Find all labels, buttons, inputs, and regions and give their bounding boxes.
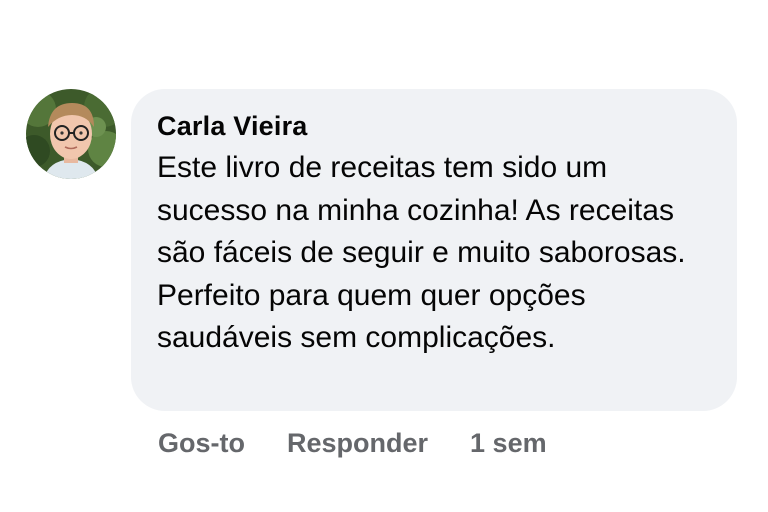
comment-text: Este livro de receitas tem sido um suces… — [157, 151, 686, 354]
comment-author[interactable]: Carla Vieira — [157, 109, 713, 143]
comment-timestamp[interactable]: 1 sem — [470, 424, 547, 462]
like-button[interactable]: Gos-to — [158, 424, 245, 462]
comment-bubble: Carla Vieira Este livro de receitas tem … — [131, 89, 737, 411]
comment-actions: Gos-to Responder 1 sem — [158, 424, 547, 462]
comment-container: Carla Vieira Este livro de receitas tem … — [0, 0, 768, 512]
avatar-photo-icon — [26, 89, 116, 179]
avatar[interactable] — [26, 89, 116, 179]
reply-button[interactable]: Responder — [287, 424, 428, 462]
